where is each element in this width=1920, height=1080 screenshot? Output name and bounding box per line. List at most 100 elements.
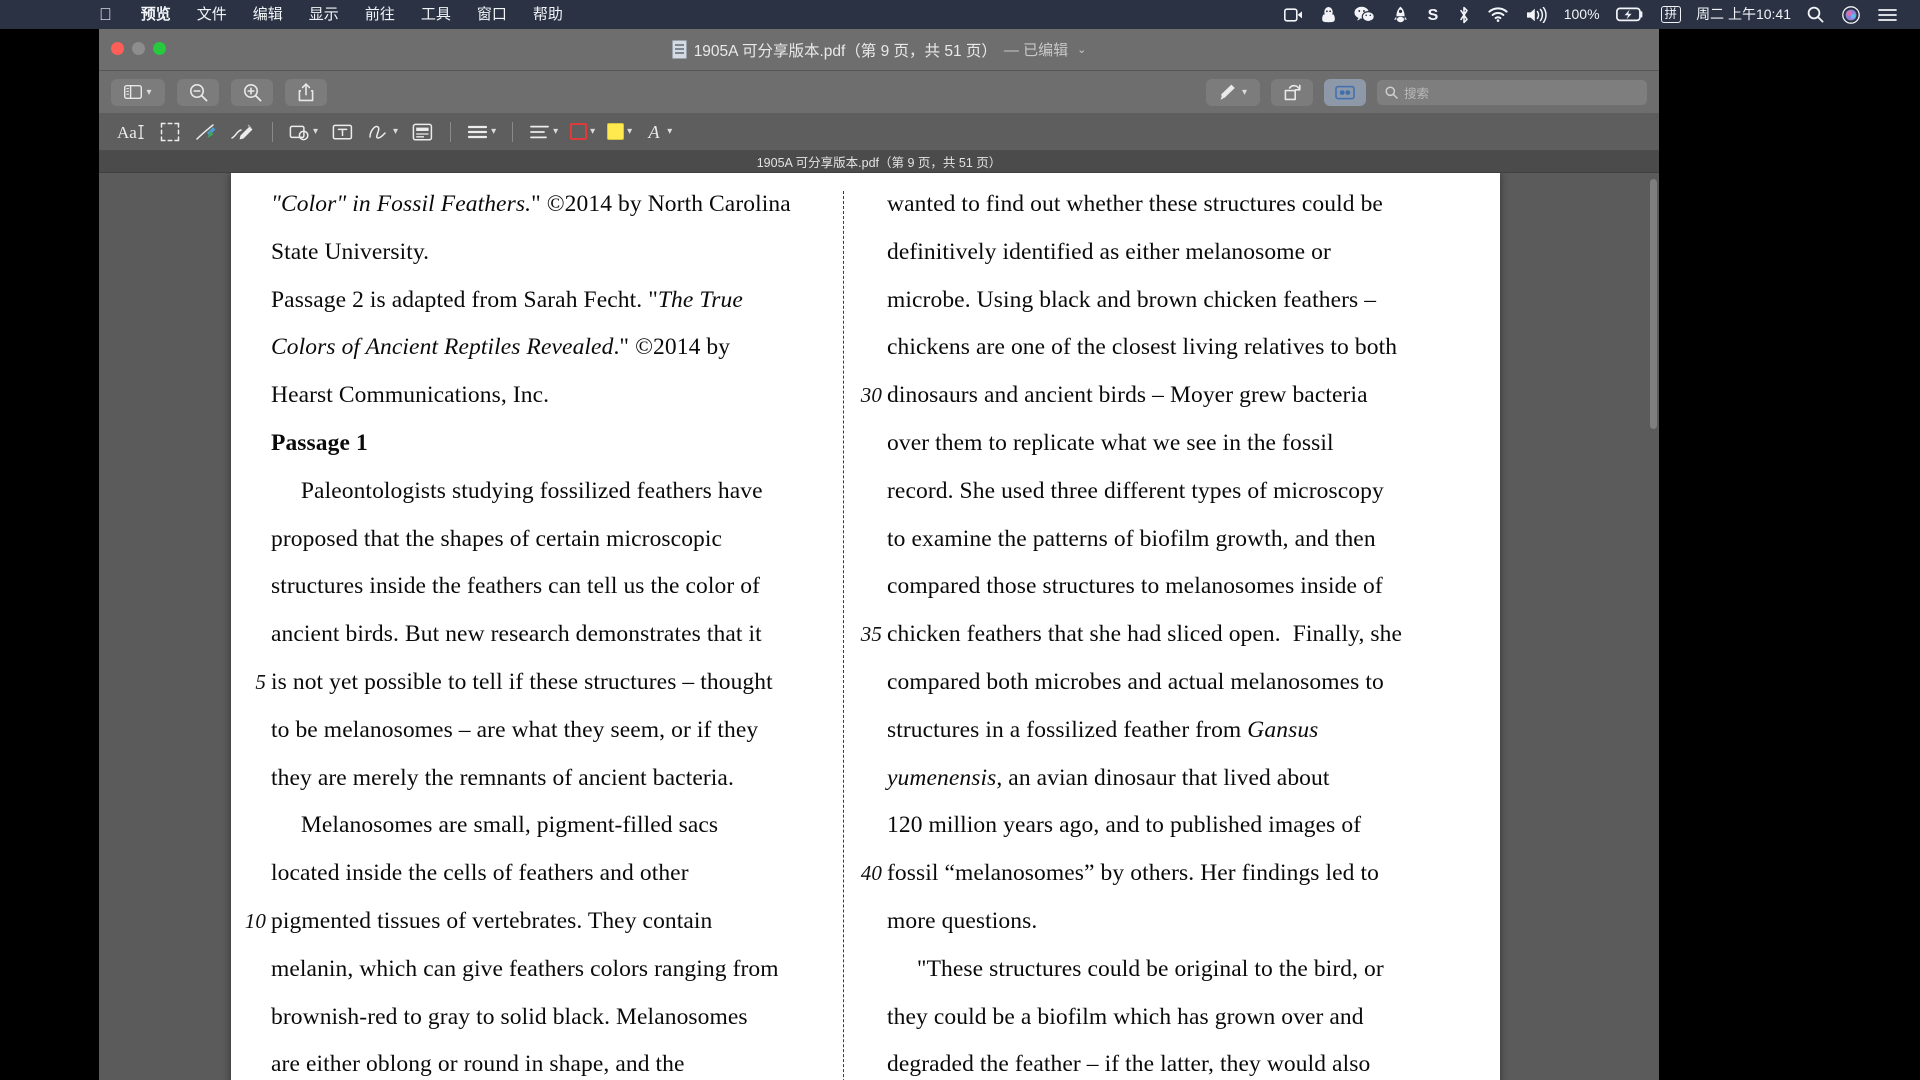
instant-alpha-tool[interactable] (189, 117, 223, 147)
left-column-line: they are merely the remnants of ancient … (271, 755, 833, 803)
vertical-scrollbar[interactable] (1650, 179, 1657, 429)
maximize-button[interactable] (153, 42, 166, 55)
chevron-down-icon[interactable]: ▾ (627, 126, 632, 137)
qq-icon[interactable] (1312, 0, 1345, 29)
text-run: definitively identified as either melano… (887, 238, 1331, 265)
border-color-tool[interactable]: ▾ (524, 117, 563, 147)
sogou-icon[interactable]: S (1417, 0, 1449, 29)
text-run: microbe. Using black and brown chicken f… (887, 286, 1377, 313)
left-column-line: State University. (271, 229, 833, 277)
battery-charging-icon[interactable] (1607, 0, 1653, 29)
sidebar-toggle-button[interactable]: ▾ (111, 78, 165, 106)
chevron-down-icon[interactable]: ⌄ (1077, 43, 1086, 56)
left-column-line: melanin, which can give feathers colors … (271, 946, 833, 994)
chevron-down-icon[interactable]: ▾ (491, 126, 496, 137)
note-tool[interactable] (405, 117, 439, 147)
bluetooth-icon[interactable] (1449, 0, 1479, 29)
menu-item-window[interactable]: 窗口 (464, 0, 520, 29)
toolbar-divider (272, 121, 273, 142)
left-column-line: Passage 1 (271, 420, 833, 468)
zoom-out-button[interactable] (177, 78, 219, 106)
menu-item-tools[interactable]: 工具 (408, 0, 464, 29)
right-column-line: compared both microbes and actual melano… (887, 659, 1445, 707)
left-column-line: 10 pigmented tissues of vertebrates. They… (245, 898, 833, 946)
text-selection-tool[interactable]: Aa (111, 117, 151, 147)
menu-item-file[interactable]: 文件 (184, 0, 240, 29)
chevron-down-icon[interactable]: ▾ (1242, 87, 1247, 98)
markup-toggle-button[interactable]: ▾ (1206, 78, 1260, 106)
menu-item-help[interactable]: 帮助 (520, 0, 576, 29)
input-method-indicator[interactable]: 拼 (1660, 6, 1682, 23)
text-run: chicken feathers that she had sliced ope… (887, 621, 1403, 648)
text-box-tool[interactable] (325, 117, 359, 147)
text-run: Passage 1 (271, 429, 368, 456)
window-titlebar: 1905A 可分享版本.pdf（第 9 页，共 51 页） — 已编辑 ⌄ (99, 29, 1659, 71)
chevron-down-icon[interactable]: ▾ (393, 126, 398, 137)
rectangular-selection-tool[interactable] (153, 117, 187, 147)
menu-item-edit[interactable]: 编辑 (240, 0, 296, 29)
text-run: State University. (271, 238, 430, 265)
chevron-down-icon[interactable]: ▾ (590, 126, 595, 137)
search-placeholder: 搜索 (1404, 86, 1430, 101)
screen-recording-icon[interactable] (1275, 0, 1312, 29)
text-run: " ©2014 by North Carolina (531, 191, 791, 217)
left-column-line: to be melanosomes – are what they seem, … (271, 707, 833, 755)
toolbar-divider (450, 121, 452, 142)
chevron-down-icon[interactable]: ▾ (146, 87, 151, 98)
rocket-icon[interactable] (1384, 0, 1417, 29)
control-center-icon[interactable] (1869, 0, 1906, 29)
text-run: more questions. (887, 907, 1038, 934)
zoom-in-button[interactable] (231, 78, 273, 106)
right-column-line: structures in a fossilized feather from … (887, 707, 1445, 755)
apple-logo-icon[interactable]:  (99, 0, 128, 29)
close-button[interactable] (111, 42, 124, 55)
shape-style-tool[interactable]: ▾ (462, 117, 501, 147)
text-run: located inside the cells of feathers and… (271, 860, 689, 887)
window-edited-status: — 已编辑 (1003, 42, 1069, 59)
wifi-icon[interactable] (1479, 0, 1517, 29)
menu-item-preview[interactable]: 预览 (128, 0, 184, 29)
volume-icon[interactable] (1517, 0, 1557, 29)
text-run: structures in a fossilized feather from (887, 716, 1248, 743)
stroke-color-tool[interactable]: ▾ (565, 117, 600, 147)
highlight-toggle-button[interactable] (1324, 78, 1366, 106)
text-run: are either oblong or round in shape, and… (271, 1051, 685, 1078)
text-run: fossil “melanosomes” by others. Her find… (887, 860, 1379, 887)
search-icon[interactable] (1798, 0, 1833, 29)
clock-label[interactable]: 周二 上午10:41 (1689, 0, 1798, 29)
pdf-document-area[interactable]: "Color" in Fossil Feathers." ©2014 by No… (99, 173, 1659, 1080)
text-run: structures inside the feathers can tell … (271, 573, 761, 600)
toolbar-left-group: ▾ (111, 78, 327, 106)
menu-item-go[interactable]: 前往 (352, 0, 408, 29)
right-column-line: microbe. Using black and brown chicken f… (887, 277, 1445, 325)
sketch-tool[interactable] (225, 117, 261, 147)
share-button[interactable] (285, 78, 327, 106)
signature-tool[interactable]: ▾ (361, 117, 403, 147)
left-column-line: 5 is not yet possible to tell if these st… (255, 659, 833, 707)
line-number: 30 (860, 383, 882, 408)
red-color-swatch[interactable] (570, 123, 588, 140)
yellow-color-swatch[interactable] (607, 123, 625, 140)
text-style-tool[interactable]: A ▾ (639, 117, 677, 147)
wechat-icon[interactable] (1345, 0, 1384, 29)
fill-color-tool[interactable]: ▾ (602, 117, 637, 147)
text-run: "These structures could be original to t… (887, 955, 1384, 982)
chevron-down-icon[interactable]: ▾ (667, 126, 672, 137)
main-toolbar: ▾ ▾ 搜索 (99, 71, 1659, 113)
right-column-line: over them to replicate what we see in th… (887, 420, 1445, 468)
text-run: Paleontologists studying fossilized feat… (271, 477, 763, 504)
menu-item-view[interactable]: 显示 (296, 0, 352, 29)
search-input[interactable]: 搜索 (1377, 79, 1647, 105)
text-run: melanin, which can give feathers colors … (271, 955, 779, 982)
right-column-line: wanted to find out whether these structu… (887, 181, 1445, 229)
chevron-down-icon[interactable]: ▾ (553, 126, 558, 137)
text-run: 120 million years ago, and to published … (887, 812, 1362, 839)
right-text-column: wanted to find out whether these structu… (845, 181, 1457, 1080)
siri-icon[interactable] (1833, 0, 1869, 29)
chevron-down-icon[interactable]: ▾ (313, 126, 318, 137)
text-run: ancient birds. But new research demonstr… (271, 621, 762, 648)
shapes-tool[interactable]: ▾ (284, 117, 323, 147)
left-column-line: Passage 2 is adapted from Sarah Fecht. "… (271, 277, 833, 325)
minimize-button[interactable] (132, 42, 145, 55)
rotate-button[interactable] (1271, 78, 1313, 106)
